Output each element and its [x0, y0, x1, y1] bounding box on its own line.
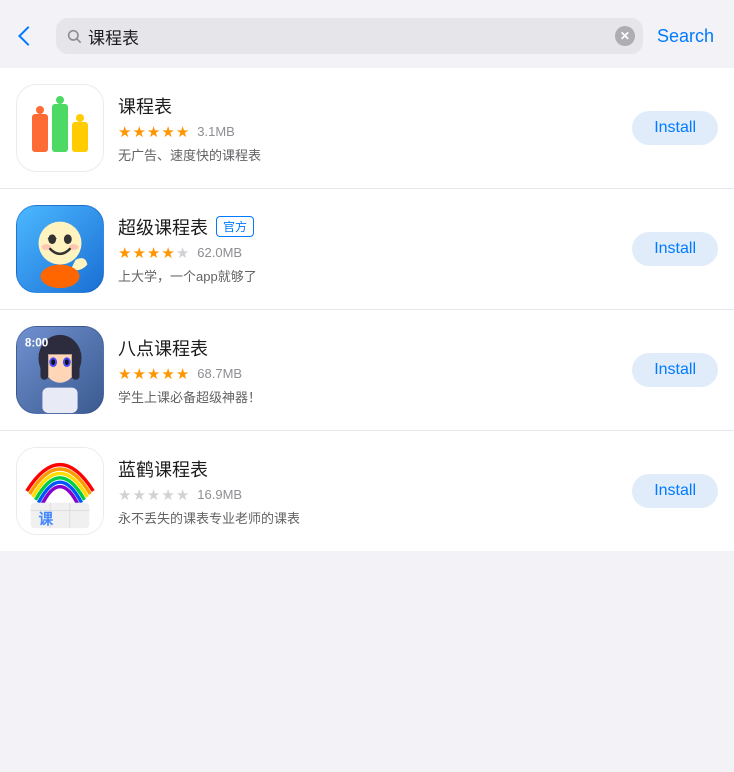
app-icon-kechengbiao	[16, 84, 104, 172]
star-2: ★	[132, 123, 145, 141]
app-desc: 学生上课必备超级神器！	[118, 387, 618, 406]
app-icon-lanhe: 课	[16, 447, 104, 535]
rating-row: ★ ★ ★ ★ ★ 62.0MB	[118, 244, 618, 262]
app-item: 8:00 八点课程表 ★ ★ ★ ★ ★ 68.7MB 学生上课必备超级神器！ …	[0, 310, 734, 431]
star-1: ★	[118, 486, 131, 504]
stars: ★ ★ ★ ★ ★	[118, 365, 189, 383]
rating-row: ★ ★ ★ ★ ★ 68.7MB	[118, 365, 618, 383]
install-button-lanhe[interactable]: Install	[632, 474, 718, 508]
star-5: ★	[176, 365, 189, 383]
app-icon-super	[16, 205, 104, 293]
svg-text:8:00: 8:00	[25, 337, 49, 350]
app-size: 16.9MB	[197, 487, 242, 502]
app-item: 课程表 ★ ★ ★ ★ ★ 3.1MB 无广告、速度快的课程表 Install	[0, 68, 734, 189]
official-badge: 官方	[216, 216, 254, 237]
app-info: 蓝鹤课程表 ★ ★ ★ ★ ★ 16.9MB 永不丢失的课表专业老师的课表	[118, 456, 618, 527]
app-desc: 永不丢失的课表专业老师的课表	[118, 508, 618, 527]
clear-button[interactable]: ✕	[615, 26, 635, 46]
install-button-super[interactable]: Install	[632, 232, 718, 266]
search-bar: ✕	[56, 18, 643, 54]
app-list: 课程表 ★ ★ ★ ★ ★ 3.1MB 无广告、速度快的课程表 Install	[0, 68, 734, 551]
app-item: 课 蓝鹤课程表 ★ ★ ★ ★ ★ 16.9MB 永不丢失的课表专业老师的课表 …	[0, 431, 734, 551]
app-size: 68.7MB	[197, 366, 242, 381]
app-item: 超级课程表 官方 ★ ★ ★ ★ ★ 62.0MB 上大学，一个app就够了 I…	[0, 189, 734, 310]
search-button[interactable]: Search	[653, 22, 718, 51]
star-5: ★	[176, 486, 189, 504]
star-3: ★	[147, 244, 160, 262]
star-4: ★	[161, 244, 174, 262]
star-2: ★	[132, 486, 145, 504]
rating-row: ★ ★ ★ ★ ★ 16.9MB	[118, 486, 618, 504]
star-5: ★	[176, 123, 189, 141]
app-size: 3.1MB	[197, 124, 235, 139]
stars: ★ ★ ★ ★ ★	[118, 486, 189, 504]
star-3: ★	[147, 486, 160, 504]
app-name-row: 八点课程表	[118, 335, 618, 361]
search-icon	[66, 28, 82, 44]
app-desc: 无广告、速度快的课程表	[118, 145, 618, 164]
star-5: ★	[176, 244, 189, 262]
rating-row: ★ ★ ★ ★ ★ 3.1MB	[118, 123, 618, 141]
install-button-kechengbiao[interactable]: Install	[632, 111, 718, 145]
star-3: ★	[147, 123, 160, 141]
star-4: ★	[161, 123, 174, 141]
app-name: 八点课程表	[118, 335, 208, 361]
app-size: 62.0MB	[197, 245, 242, 260]
star-1: ★	[118, 123, 131, 141]
app-name: 课程表	[118, 93, 172, 119]
app-name-row: 蓝鹤课程表	[118, 456, 618, 482]
stars: ★ ★ ★ ★ ★	[118, 244, 189, 262]
install-button-badianke[interactable]: Install	[632, 353, 718, 387]
back-button[interactable]	[10, 18, 46, 54]
star-1: ★	[118, 365, 131, 383]
star-4: ★	[161, 486, 174, 504]
clear-icon: ✕	[620, 30, 630, 42]
star-1: ★	[118, 244, 131, 262]
app-name-row: 超级课程表 官方	[118, 214, 618, 240]
star-2: ★	[132, 244, 145, 262]
star-2: ★	[132, 365, 145, 383]
star-3: ★	[147, 365, 160, 383]
app-name: 蓝鹤课程表	[118, 456, 208, 482]
app-info: 超级课程表 官方 ★ ★ ★ ★ ★ 62.0MB 上大学，一个app就够了	[118, 214, 618, 285]
header: ✕ Search	[0, 0, 734, 68]
app-icon-badianke: 8:00	[16, 326, 104, 414]
stars: ★ ★ ★ ★ ★	[118, 123, 189, 141]
app-name-row: 课程表	[118, 93, 618, 119]
star-4: ★	[161, 365, 174, 383]
app-info: 八点课程表 ★ ★ ★ ★ ★ 68.7MB 学生上课必备超级神器！	[118, 335, 618, 406]
search-input[interactable]	[88, 26, 607, 46]
app-desc: 上大学，一个app就够了	[118, 266, 618, 285]
app-name: 超级课程表	[118, 214, 208, 240]
back-chevron-icon	[18, 26, 38, 46]
app-info: 课程表 ★ ★ ★ ★ ★ 3.1MB 无广告、速度快的课程表	[118, 93, 618, 164]
svg-text:课: 课	[39, 511, 54, 528]
